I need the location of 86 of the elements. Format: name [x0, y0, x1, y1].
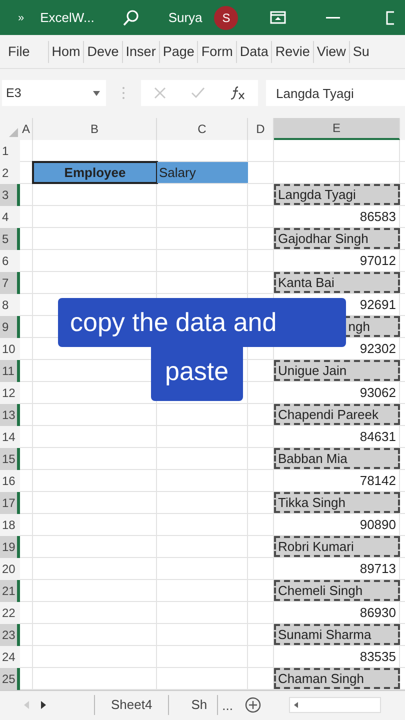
- table-cell-text: 83535: [358, 648, 397, 666]
- table-cell-text: 92302: [358, 340, 397, 358]
- table-cell: Employee: [32, 160, 158, 184]
- table-cell: Sunami Sharma: [274, 624, 400, 645]
- row-header[interactable]: 19: [0, 536, 20, 558]
- row-header[interactable]: 9: [0, 316, 20, 338]
- row-header[interactable]: 8: [0, 294, 20, 316]
- row-header[interactable]: 17: [0, 492, 20, 514]
- table-cell-text: 90890: [358, 516, 397, 534]
- table-cell: Gajodhar Singh: [274, 228, 400, 249]
- row-header[interactable]: 25: [0, 668, 20, 690]
- name-box[interactable]: E3: [2, 80, 106, 106]
- function-icon[interactable]: [230, 86, 246, 100]
- ribbon-tab[interactable]: Deve: [83, 40, 122, 63]
- row-header[interactable]: 23: [0, 624, 20, 646]
- column-header[interactable]: B: [33, 118, 157, 140]
- ribbon-tab[interactable]: View: [312, 40, 349, 63]
- column-header[interactable]: C: [157, 118, 248, 140]
- column-header[interactable]: E: [274, 118, 400, 140]
- table-cell: Robri Kumari: [274, 536, 400, 557]
- next-sheet-icon[interactable]: [41, 701, 46, 710]
- table-cell: Babban Mia: [274, 448, 400, 469]
- check-icon[interactable]: [190, 87, 204, 100]
- table-cell-text: 78142: [358, 472, 397, 490]
- table-cell: Tikka Singh: [274, 492, 400, 513]
- ribbon-tab[interactable]: Data: [236, 40, 272, 63]
- overflow-button[interactable]: »: [18, 12, 24, 24]
- dropdown-icon[interactable]: [93, 90, 100, 96]
- table-cell-text: 93062: [358, 384, 397, 402]
- row-header[interactable]: 4: [0, 206, 20, 228]
- table-cell: Chaman Singh: [274, 668, 400, 689]
- drag-handle-icon[interactable]: [122, 86, 125, 100]
- row-header[interactable]: 1: [0, 140, 20, 162]
- scroll-left-icon[interactable]: [294, 702, 298, 708]
- ribbon-tab[interactable]: Revie: [271, 40, 313, 63]
- table-cell-text: 97012: [358, 252, 397, 270]
- row-header[interactable]: 5: [0, 228, 20, 250]
- search-icon[interactable]: [122, 8, 140, 27]
- user-avatar[interactable]: S: [214, 6, 238, 30]
- row-header[interactable]: 10: [0, 338, 20, 360]
- row-header[interactable]: 16: [0, 470, 20, 492]
- table-cell-text: 89713: [358, 560, 397, 578]
- column-header[interactable]: A: [20, 118, 33, 140]
- ribbon-tab[interactable]: Inser: [122, 40, 159, 63]
- caption-text: copy the data and: [58, 298, 346, 347]
- table-cell-text: 84631: [358, 428, 397, 446]
- ribbon-tab[interactable]: Su: [348, 40, 372, 63]
- sheet-tab[interactable]: Sh: [181, 695, 218, 716]
- row-header[interactable]: 14: [0, 426, 20, 448]
- user-name: Surya: [168, 10, 202, 26]
- more-sheets-button[interactable]: ...: [222, 698, 233, 713]
- row-header[interactable]: 11: [0, 360, 20, 382]
- maximize-icon[interactable]: [386, 10, 394, 25]
- table-cell: Salary: [157, 162, 248, 183]
- caption-text: paste: [151, 346, 243, 401]
- row-header[interactable]: 24: [0, 646, 20, 668]
- ribbon-tab[interactable]: File: [0, 40, 48, 63]
- row-header[interactable]: 2: [0, 162, 20, 184]
- ribbon-tab[interactable]: Page: [158, 40, 198, 63]
- table-cell: Langda Tyagi: [274, 184, 400, 205]
- horizontal-scrollbar[interactable]: [288, 697, 381, 714]
- ribbon-tab[interactable]: Hom: [48, 40, 84, 63]
- row-header[interactable]: 3: [0, 184, 20, 206]
- file-name: ExcelW...: [40, 10, 94, 26]
- table-cell-text: 86930: [358, 604, 397, 622]
- row-header[interactable]: 21: [0, 580, 20, 602]
- row-header[interactable]: 13: [0, 404, 20, 426]
- sheet-tab[interactable]: Sheet4: [94, 695, 170, 716]
- table-cell: Unigue Jain: [274, 360, 400, 381]
- table-cell-text: 86583: [358, 208, 397, 226]
- table-cell: Kanta Bai: [274, 272, 400, 293]
- ribbon-display-icon[interactable]: [270, 11, 286, 24]
- minimize-icon[interactable]: [326, 16, 340, 19]
- table-cell: Chemeli Singh: [274, 580, 400, 601]
- row-header[interactable]: 18: [0, 514, 20, 536]
- table-cell: Chapendi Pareek: [274, 404, 400, 425]
- row-header[interactable]: 20: [0, 558, 20, 580]
- row-header[interactable]: 12: [0, 382, 20, 404]
- row-header[interactable]: 15: [0, 448, 20, 470]
- row-header[interactable]: 7: [0, 272, 20, 294]
- row-header[interactable]: 6: [0, 250, 20, 272]
- add-sheet-icon[interactable]: [244, 697, 261, 714]
- row-header[interactable]: 22: [0, 602, 20, 624]
- ribbon-tab[interactable]: Form: [197, 40, 236, 63]
- formula-field[interactable]: Langda Tyagi: [266, 80, 405, 106]
- table-cell-text: 92691: [358, 296, 397, 314]
